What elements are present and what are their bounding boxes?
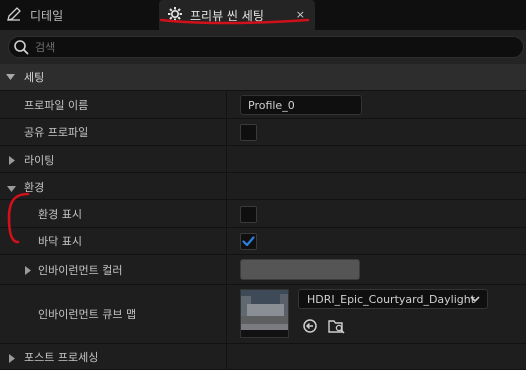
row-post-processing-category[interactable]: 포스트 프로세싱 — [0, 344, 526, 370]
environment-color-label: 인바이런먼트 컬러 — [38, 263, 123, 277]
column-divider — [226, 285, 227, 343]
search-toolbar — [0, 30, 526, 64]
category-settings-label: 세팅 — [24, 71, 45, 84]
row-lighting-category[interactable]: 라이팅 — [0, 146, 526, 173]
show-floor-checkbox[interactable] — [240, 233, 257, 250]
cubemap-asset-name: HDRI_Epic_Courtyard_Daylight — [307, 292, 476, 306]
chevron-down-icon — [469, 293, 481, 308]
show-environment-checkbox[interactable] — [240, 206, 257, 223]
category-settings[interactable]: 세팅 — [0, 64, 526, 91]
tab-bar: 디테일 프리뷰 씬 세팅 × — [0, 0, 526, 30]
row-shared-profile: 공유 프로파일 — [0, 119, 526, 146]
collapse-arrow-icon — [6, 72, 16, 83]
browse-asset-icon[interactable] — [328, 318, 345, 334]
pencil-icon — [6, 6, 22, 25]
column-divider — [226, 228, 227, 254]
post-processing-label: 포스트 프로세싱 — [24, 351, 99, 364]
row-show-environment: 환경 표시 — [0, 200, 526, 228]
column-divider — [226, 119, 227, 145]
row-environment-color: 인바이런먼트 컬러 — [0, 255, 526, 285]
shared-profile-checkbox[interactable] — [240, 124, 257, 141]
tab-details[interactable]: 디테일 — [0, 0, 158, 30]
show-floor-label: 바닥 표시 — [38, 235, 82, 248]
shared-profile-label: 공유 프로파일 — [24, 126, 89, 139]
row-profile-name: 프로파일 이름 Profile_0 — [0, 91, 526, 119]
row-show-floor: 바닥 표시 — [0, 228, 526, 255]
use-selected-asset-icon[interactable] — [302, 318, 318, 334]
show-environment-label: 환경 표시 — [38, 207, 82, 221]
profile-name-label: 프로파일 이름 — [24, 98, 89, 112]
expand-arrow-icon — [8, 353, 16, 366]
column-divider — [226, 200, 227, 227]
courtyard-thumbnail-image — [241, 290, 288, 337]
column-divider — [226, 91, 227, 118]
checkmark-icon — [242, 236, 255, 247]
search-input[interactable] — [29, 38, 523, 56]
row-environment-cubemap: 인바이런먼트 큐브 맵 HDRI_Epic_Courtyard_Daylight — [0, 285, 526, 344]
cubemap-thumbnail[interactable] — [240, 289, 289, 338]
details-panel: 세팅 프로파일 이름 Profile_0 공유 프로파일 라이팅 환경 환경 표… — [0, 64, 526, 370]
lighting-label: 라이팅 — [24, 153, 55, 167]
expand-arrow-icon — [8, 155, 16, 168]
red-bracket-annotation — [7, 192, 30, 244]
column-divider — [226, 146, 227, 172]
tab-details-label: 디테일 — [30, 8, 64, 23]
environment-color-swatch[interactable] — [240, 259, 360, 280]
search-box[interactable] — [8, 36, 524, 58]
profile-name-field[interactable]: Profile_0 — [240, 95, 362, 115]
cubemap-asset-dropdown[interactable]: HDRI_Epic_Courtyard_Daylight — [298, 289, 488, 309]
environment-cubemap-label: 인바이런먼트 큐브 맵 — [38, 308, 137, 321]
search-icon — [13, 39, 29, 55]
column-divider — [226, 255, 227, 284]
red-underline-annotation — [159, 18, 310, 25]
column-divider — [226, 344, 227, 369]
expand-arrow-icon[interactable] — [24, 265, 32, 278]
row-environment-category[interactable]: 환경 — [0, 173, 526, 200]
column-divider — [226, 173, 227, 199]
